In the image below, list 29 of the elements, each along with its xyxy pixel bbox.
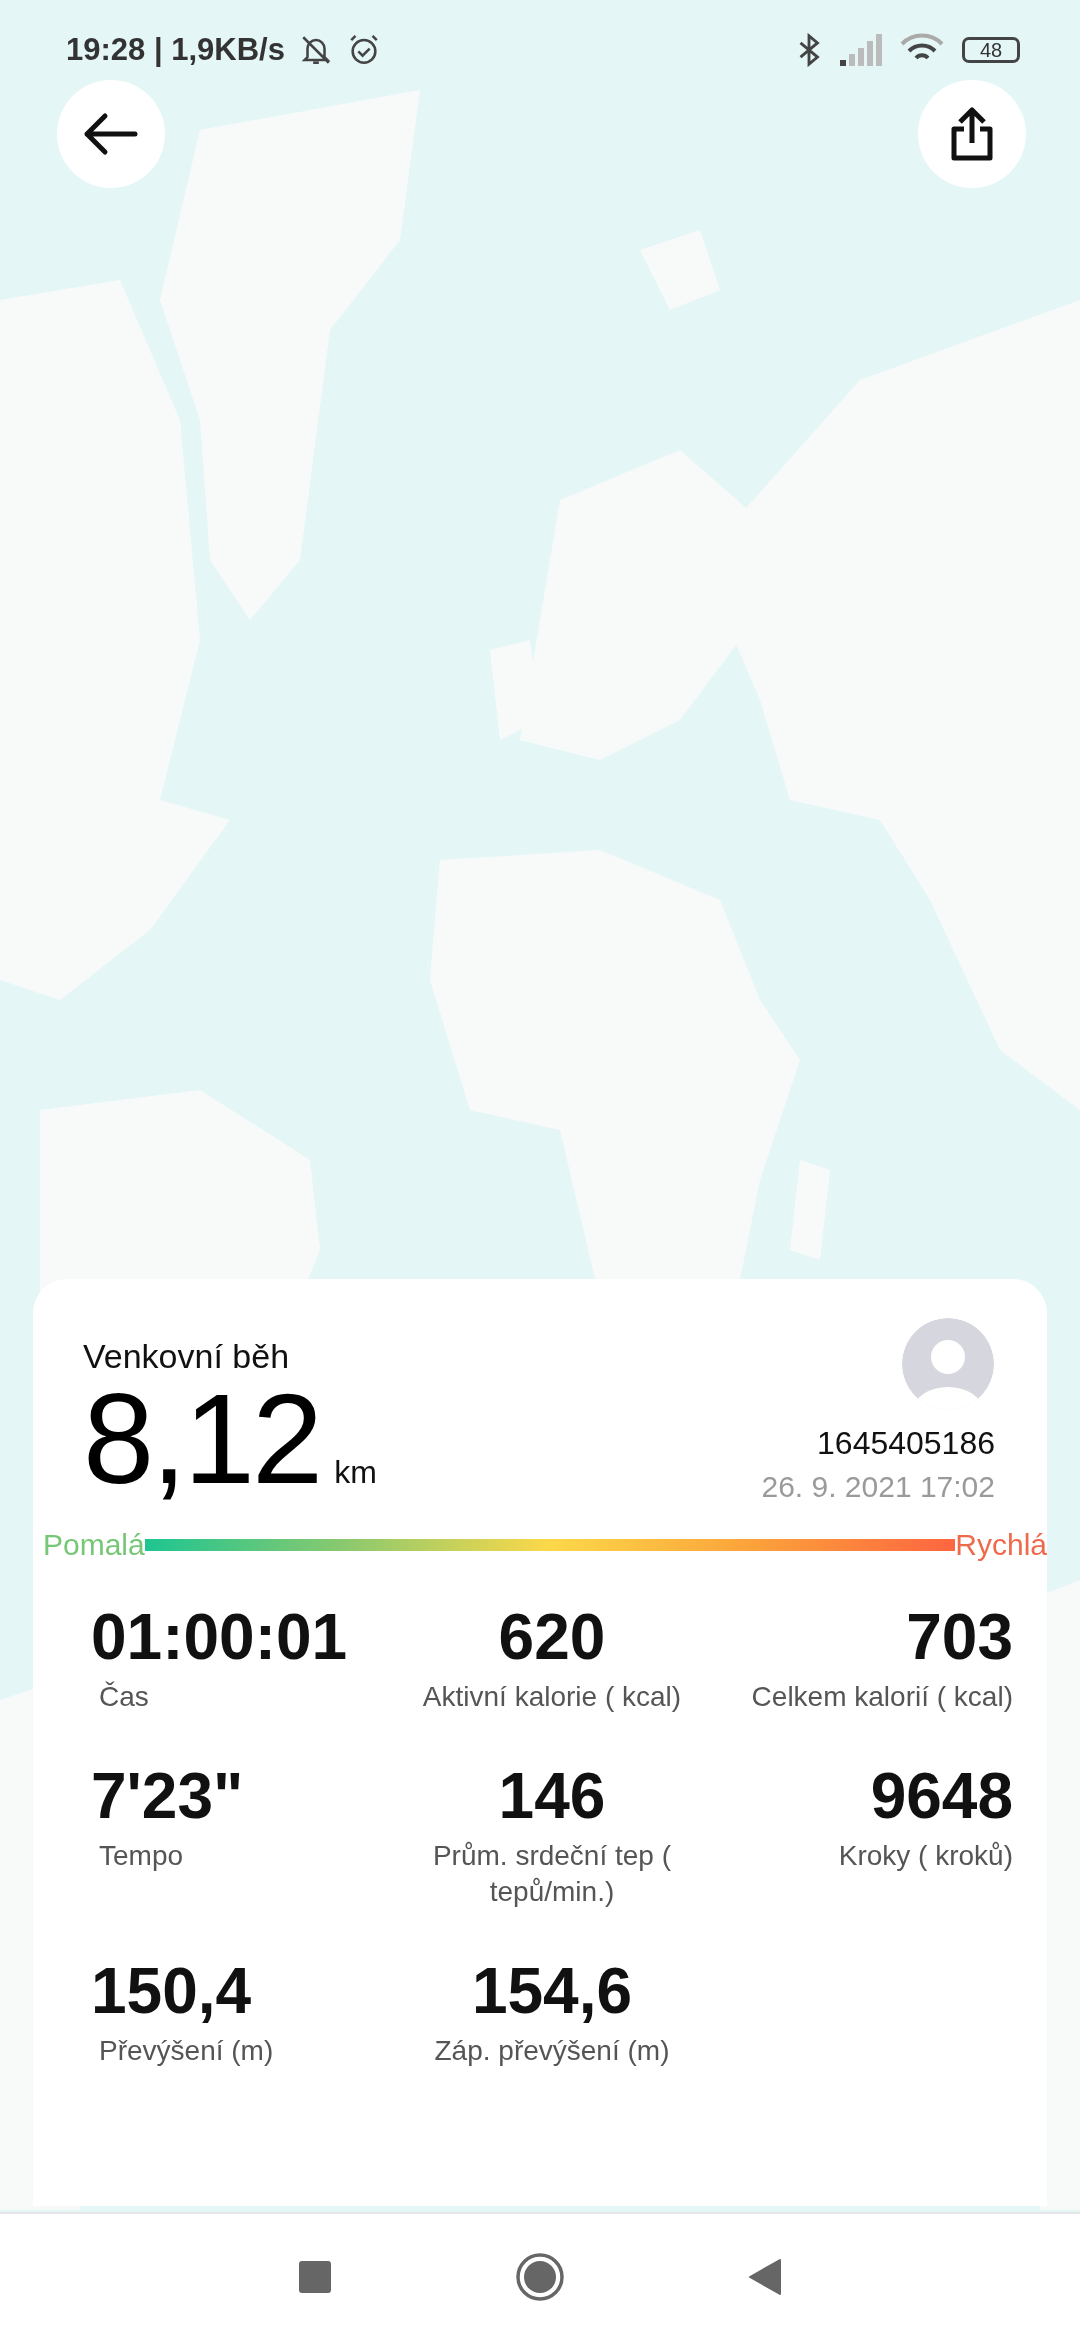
stat-label: Kroky ( kroků) <box>838 1838 1013 1873</box>
user-id: 1645405186 <box>817 1425 995 1462</box>
stat-label: Záp. převýšení (m) <box>434 2033 670 2068</box>
slow-label: Pomalá <box>43 1528 145 1563</box>
stat-value: 01:00:01 <box>91 1602 348 1673</box>
stat-label: Čas <box>98 1679 149 1714</box>
stat-label: Tempo <box>98 1838 184 1873</box>
stat-value: 154,6 <box>471 1956 633 2027</box>
stat-label: Převýšení (m) <box>98 2033 274 2068</box>
workout-date: 26. 9. 2021 17:02 <box>761 1470 995 1504</box>
stat-value: 9648 <box>870 1761 1013 1832</box>
stat-label: Celkem kalorií ( kcal) <box>751 1679 1013 1714</box>
stat-value: 146 <box>498 1761 606 1832</box>
home-circle-icon <box>515 2252 565 2302</box>
back-arrow-icon <box>83 112 139 156</box>
stat-value: 150,4 <box>91 1956 252 2027</box>
battery-level: 48 <box>962 37 1020 63</box>
distance-unit: km <box>334 1454 377 1491</box>
status-time: 19:28 | 1,9KB/s <box>66 32 285 68</box>
stat-value: 7'23" <box>91 1761 244 1832</box>
square-icon <box>298 2260 332 2294</box>
share-icon <box>950 107 994 161</box>
signal-icon <box>840 34 882 66</box>
stat-value: 703 <box>906 1602 1013 1673</box>
stat-label: Prům. srdeční tep ( tepů/min.) <box>431 1838 673 1909</box>
stat-label: Aktivní kalorie ( kcal) <box>422 1679 682 1714</box>
stat-value: 620 <box>498 1602 606 1673</box>
triangle-icon <box>748 2258 782 2296</box>
fast-label: Rychlá <box>955 1528 1047 1563</box>
